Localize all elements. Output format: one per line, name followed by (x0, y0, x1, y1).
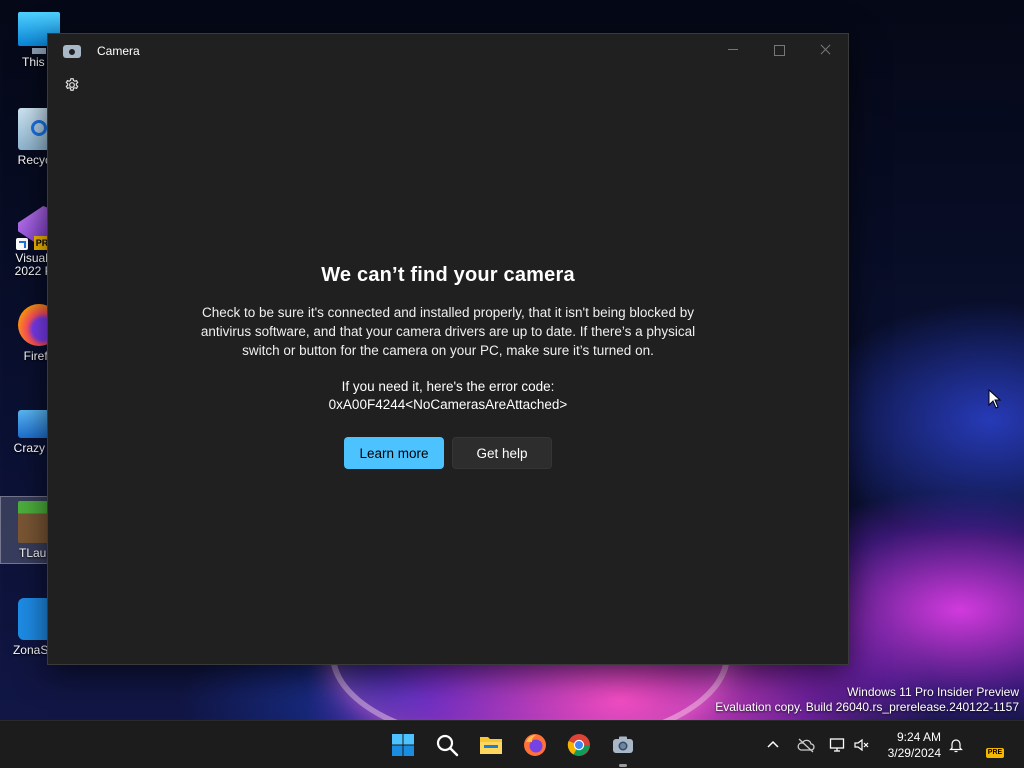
chrome-icon (567, 734, 590, 756)
clock-date: 3/29/2024 (887, 746, 941, 760)
error-code-intro: If you need it, here's the error code: (341, 379, 555, 394)
network-icon (829, 738, 845, 752)
bell-icon (949, 739, 963, 753)
error-heading: We can’t find your camera (321, 264, 575, 286)
camera-window: Camera We can’t find your camera Check t… (47, 33, 849, 665)
windows-start-icon (392, 734, 414, 756)
window-title: Camera (97, 44, 140, 58)
volume-muted-icon (854, 738, 869, 752)
title-bar[interactable]: Camera (48, 34, 848, 68)
action-buttons: Learn more Get help (48, 437, 848, 469)
insider-pre-badge: PRE (986, 748, 1004, 758)
search-button[interactable] (435, 733, 459, 757)
firefox-button[interactable] (523, 733, 547, 757)
onedrive-button[interactable] (797, 737, 815, 753)
network-button[interactable] (829, 737, 845, 753)
clock[interactable]: 9:24 AM 3/29/2024 (888, 729, 941, 761)
window-controls (710, 34, 848, 66)
evaluation-watermark: Windows 11 Pro Insider Preview Evaluatio… (715, 685, 1019, 715)
watermark-edition: Windows 11 Pro Insider Preview (847, 685, 1019, 699)
gear-icon (65, 78, 79, 91)
error-panel: We can’t find your camera Check to be su… (48, 264, 848, 469)
error-description: Check to be sure it's connected and inst… (200, 305, 696, 358)
camera-app-icon (63, 44, 81, 58)
close-button[interactable] (802, 34, 848, 66)
learn-more-button[interactable]: Learn more (344, 437, 444, 469)
chevron-up-icon (767, 740, 779, 748)
file-explorer-button[interactable] (479, 733, 503, 757)
camera-taskbar-button[interactable] (611, 733, 635, 767)
cloud-off-icon (797, 738, 815, 753)
chrome-button[interactable] (567, 733, 591, 757)
show-hidden-icons-button[interactable] (765, 737, 781, 753)
firefox-icon (524, 734, 546, 756)
clock-time: 9:24 AM (896, 730, 941, 744)
notifications-button[interactable] (948, 737, 964, 753)
watermark-build: Evaluation copy. Build 26040.rs_prerelea… (715, 700, 1019, 714)
start-button[interactable] (391, 733, 415, 757)
minimize-button[interactable] (710, 34, 756, 66)
file-explorer-icon (480, 737, 502, 754)
volume-button[interactable] (853, 737, 869, 753)
camera-icon (613, 736, 633, 753)
mouse-cursor-icon (988, 389, 1002, 409)
settings-button[interactable] (61, 74, 83, 96)
taskbar: 9:24 AM 3/29/2024 PRE (0, 720, 1024, 768)
error-code: 0xA00F4244<NoCamerasAreAttached> (328, 397, 568, 412)
shortcut-arrow-icon (16, 238, 28, 250)
search-icon (436, 734, 459, 757)
get-help-button[interactable]: Get help (452, 437, 552, 469)
maximize-button[interactable] (756, 34, 802, 66)
